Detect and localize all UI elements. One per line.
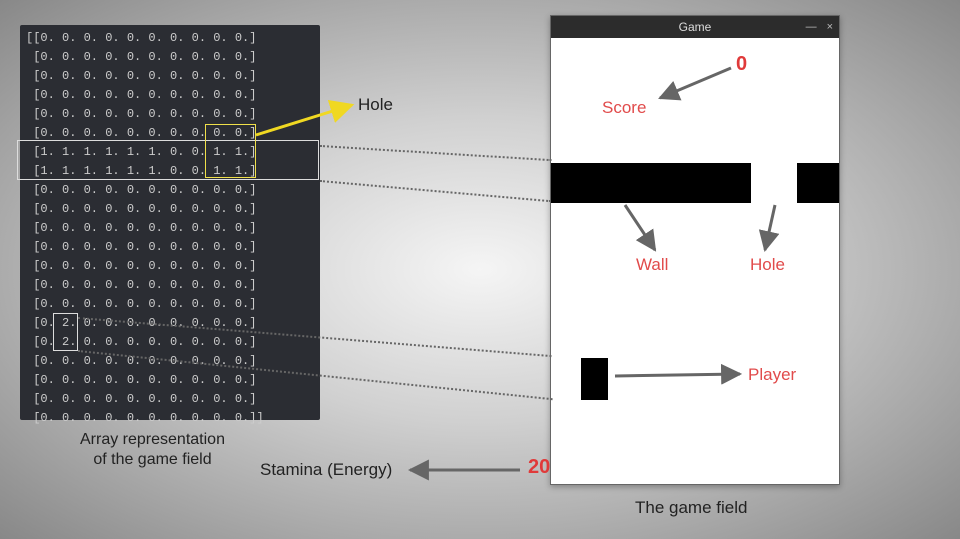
window-titlebar: Game — × (551, 16, 839, 38)
label-wall: Wall (636, 255, 668, 275)
game-canvas: 0 20 (551, 38, 839, 484)
player-rect (581, 358, 608, 400)
label-hole-top: Hole (358, 95, 393, 115)
array-caption-line2: of the game field (93, 451, 211, 468)
label-score: Score (602, 98, 646, 118)
array-row: [0. 0. 0. 0. 0. 0. 0. 0. 0. 0.] (26, 200, 314, 219)
array-row: [0. 2. 0. 0. 0. 0. 0. 0. 0. 0.] (26, 333, 314, 352)
wall-left (551, 163, 751, 203)
array-row: [0. 0. 0. 0. 0. 0. 0. 0. 0. 0.] (26, 238, 314, 257)
label-player: Player (748, 365, 796, 385)
array-row: [0. 0. 0. 0. 0. 0. 0. 0. 0. 0.] (26, 295, 314, 314)
array-row: [0. 0. 0. 0. 0. 0. 0. 0. 0. 0.] (26, 67, 314, 86)
array-row: [0. 0. 0. 0. 0. 0. 0. 0. 0. 0.] (26, 257, 314, 276)
close-icon[interactable]: × (827, 21, 833, 33)
label-hole: Hole (750, 255, 785, 275)
array-row: [0. 0. 0. 0. 0. 0. 0. 0. 0. 0.] (26, 276, 314, 295)
window-title: Game (679, 20, 712, 34)
array-row: [0. 0. 0. 0. 0. 0. 0. 0. 0. 0.] (26, 352, 314, 371)
array-row: [0. 0. 0. 0. 0. 0. 0. 0. 0. 0.]] (26, 409, 314, 428)
array-row: [1. 1. 1. 1. 1. 1. 0. 0. 1. 1.] (26, 162, 314, 181)
array-row: [0. 0. 0. 0. 0. 0. 0. 0. 0. 0.] (26, 181, 314, 200)
array-row: [[0. 0. 0. 0. 0. 0. 0. 0. 0. 0.] (26, 29, 314, 48)
dotted-wall-top (320, 145, 552, 161)
array-row: [0. 0. 0. 0. 0. 0. 0. 0. 0. 0.] (26, 390, 314, 409)
array-caption-line1: Array representation (80, 431, 225, 448)
wall-right (797, 163, 839, 203)
array-row: [0. 0. 0. 0. 0. 0. 0. 0. 0. 0.] (26, 48, 314, 67)
game-window: Game — × 0 20 (550, 15, 840, 485)
array-row: [0. 0. 0. 0. 0. 0. 0. 0. 0. 0.] (26, 86, 314, 105)
label-stamina: Stamina (Energy) (260, 460, 392, 480)
stamina-value: 20 (528, 456, 550, 479)
array-row: [0. 0. 0. 0. 0. 0. 0. 0. 0. 0.] (26, 105, 314, 124)
array-row: [0. 0. 0. 0. 0. 0. 0. 0. 0. 0.] (26, 219, 314, 238)
array-caption: Array representation of the game field (80, 430, 225, 470)
minimize-icon[interactable]: — (806, 21, 817, 33)
array-row: [0. 0. 0. 0. 0. 0. 0. 0. 0. 0.] (26, 371, 314, 390)
score-value: 0 (736, 53, 747, 76)
game-caption: The game field (635, 498, 747, 518)
dotted-wall-bot (320, 180, 551, 202)
array-row: [1. 1. 1. 1. 1. 1. 0. 0. 1. 1.] (26, 143, 314, 162)
array-row: [0. 0. 0. 0. 0. 0. 0. 0. 0. 0.] (26, 124, 314, 143)
